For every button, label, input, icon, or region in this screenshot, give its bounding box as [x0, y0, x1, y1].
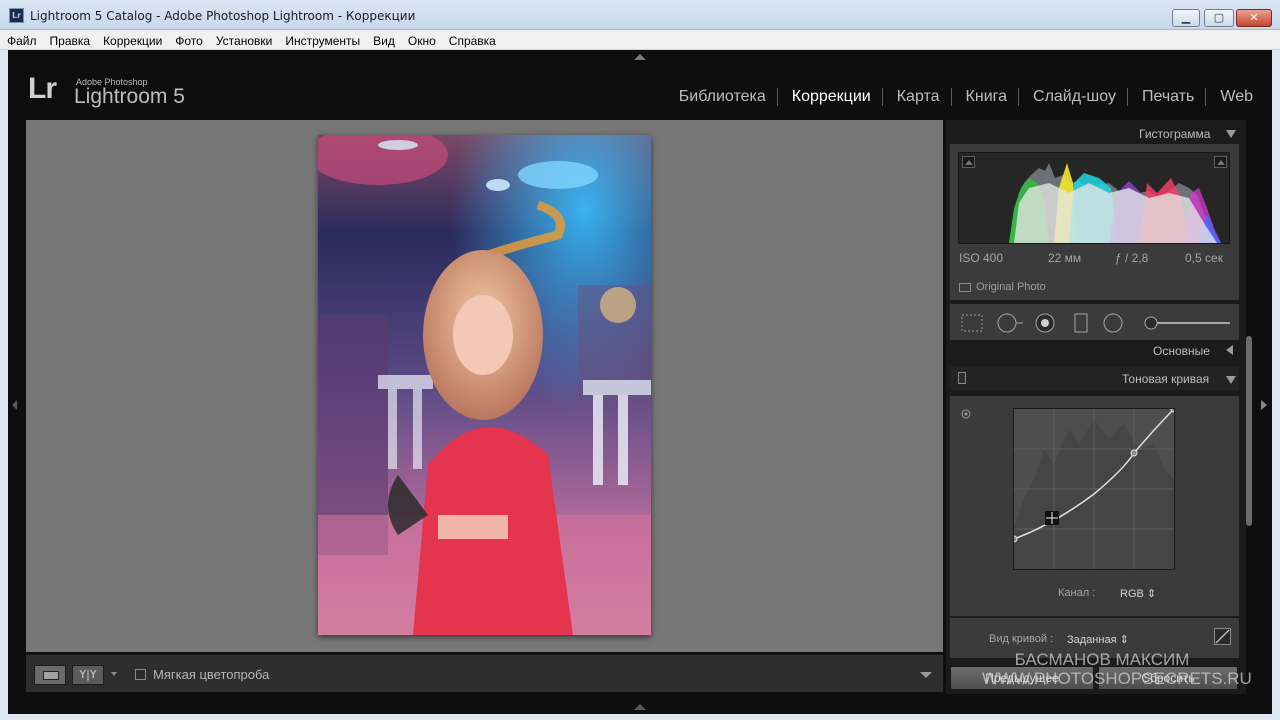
channel-select[interactable]: RGB ⇕: [1120, 587, 1156, 600]
red-eye-icon[interactable]: [1034, 313, 1056, 333]
module-picker: Библиотека Коррекции Карта Книга Слайд-шоу Пе…: [665, 86, 1264, 108]
tone-curve-svg: [1010, 405, 1178, 569]
graduated-filter-icon[interactable]: [1072, 313, 1090, 333]
right-panel-toggle-icon[interactable]: [1261, 400, 1267, 410]
menu-help[interactable]: Справка: [442, 31, 502, 48]
menu-bar: Файл Правка Коррекции Фото Установки Инструме…: [0, 30, 1280, 50]
left-panel-toggle-icon[interactable]: [12, 400, 17, 410]
right-panel: Гистограмма ISO 400 22 мм ƒ / 2,8 0,5 се…: [946, 120, 1246, 694]
close-icon: ✕: [1249, 11, 1259, 24]
highlight-clipping-icon[interactable]: [1214, 156, 1227, 168]
target-adjustment-icon[interactable]: [960, 408, 972, 420]
point-curve-icon[interactable]: [1214, 628, 1231, 645]
tone-curve-graph[interactable]: [1010, 405, 1178, 570]
toolbar-content-dropdown-icon[interactable]: [920, 672, 932, 678]
shadow-clipping-icon[interactable]: [962, 156, 975, 168]
module-develop[interactable]: Коррекции: [776, 88, 882, 106]
before-after-dropdown-icon[interactable]: [111, 672, 117, 676]
menu-settings[interactable]: Установки: [209, 31, 278, 48]
soft-proof-label: Мягкая цветопроба: [153, 667, 270, 682]
loupe-icon: [43, 671, 59, 680]
menu-edit[interactable]: Правка: [43, 31, 97, 48]
histogram-graph[interactable]: [958, 152, 1230, 244]
right-panel-scrollbar[interactable]: [1246, 336, 1252, 526]
exif-focal-length: 22 мм: [1048, 251, 1082, 265]
module-slideshow[interactable]: Слайд-шоу: [1018, 88, 1127, 106]
lr-logo: Lr: [28, 72, 57, 105]
module-map[interactable]: Карта: [881, 88, 951, 106]
photo-preview[interactable]: [318, 135, 651, 635]
menu-window[interactable]: Окно: [401, 31, 442, 48]
module-web[interactable]: Web: [1205, 88, 1264, 106]
crop-overlay-icon[interactable]: [960, 313, 986, 333]
watermark: БАСМАНОВ МАКСИМ WWW.PHOTOSHOPSECRETS.RU: [982, 650, 1252, 688]
lightroom-window: Lr Adobe Photoshop Lightroom 5 Библиотек…: [8, 50, 1272, 714]
channel-label: Канал :: [1058, 587, 1096, 599]
tone-curve-collapse-icon[interactable]: [1226, 376, 1236, 384]
tone-curve-panel: Канал : RGB ⇕: [950, 396, 1239, 616]
watermark-line-1: БАСМАНОВ МАКСИМ: [1014, 650, 1190, 669]
original-photo-label: Original Photo: [976, 281, 1046, 293]
loupe-view-button[interactable]: [34, 665, 66, 685]
tone-curve-title[interactable]: Тоновая кривая: [1122, 372, 1209, 386]
exif-iso: ISO 400: [959, 251, 1004, 265]
module-book[interactable]: Книга: [950, 88, 1018, 106]
exif-aperture: ƒ / 2,8: [1115, 251, 1149, 265]
minimize-button[interactable]: ▁: [1172, 9, 1200, 27]
filmstrip-toggle-icon[interactable]: [634, 704, 646, 710]
spot-removal-icon[interactable]: [996, 313, 1026, 333]
loupe-view[interactable]: [26, 120, 943, 652]
minimize-icon: ▁: [1181, 11, 1191, 24]
lightroom-app-icon: Lr: [9, 8, 24, 23]
module-library[interactable]: Библиотека: [665, 88, 777, 106]
menu-file[interactable]: Файл: [0, 31, 43, 48]
photo-image: [318, 135, 651, 635]
basic-expand-icon[interactable]: [1226, 345, 1233, 355]
radial-filter-icon[interactable]: [1102, 313, 1124, 333]
watermark-line-2: WWW.PHOTOSHOPSECRETS.RU: [982, 669, 1252, 688]
module-print[interactable]: Печать: [1126, 88, 1205, 106]
curve-view-select[interactable]: Заданная ⇕: [1067, 633, 1129, 646]
exif-shutter: 0,5 сек: [1185, 251, 1223, 265]
menu-develop[interactable]: Коррекции: [96, 31, 168, 48]
window-titlebar: Lr Lightroom 5 Catalog - Adobe Photoshop…: [0, 0, 1280, 30]
menu-view[interactable]: Вид: [366, 31, 401, 48]
original-photo-icon: [959, 283, 971, 292]
menu-photo[interactable]: Фото: [168, 31, 209, 48]
histogram-curves: [1009, 163, 1221, 243]
close-button[interactable]: ✕: [1236, 9, 1272, 27]
tone-curve-toggle-icon[interactable]: [958, 372, 966, 384]
logo-product: Lightroom 5: [74, 85, 185, 108]
curve-view-label: Вид кривой :: [989, 633, 1054, 645]
adjustment-brush-icon[interactable]: [1142, 313, 1234, 333]
before-after-button[interactable]: Y|Y: [72, 665, 104, 685]
maximize-button[interactable]: ▢: [1204, 9, 1234, 27]
histogram-title[interactable]: Гистограмма: [1139, 127, 1210, 141]
tool-strip: [950, 304, 1239, 340]
maximize-icon: ▢: [1213, 11, 1225, 24]
basic-section-title[interactable]: Основные: [1153, 344, 1210, 358]
soft-proof-checkbox[interactable]: [135, 669, 146, 680]
menu-tools[interactable]: Инструменты: [278, 31, 366, 48]
top-panel-toggle-icon[interactable]: [634, 54, 646, 60]
histogram-collapse-icon[interactable]: [1226, 130, 1236, 138]
window-title: Lightroom 5 Catalog - Adobe Photoshop Li…: [30, 9, 416, 23]
histogram-panel: ISO 400 22 мм ƒ / 2,8 0,5 сек Original P…: [950, 144, 1239, 300]
toolbar: Y|Y Мягкая цветопроба: [26, 654, 943, 692]
